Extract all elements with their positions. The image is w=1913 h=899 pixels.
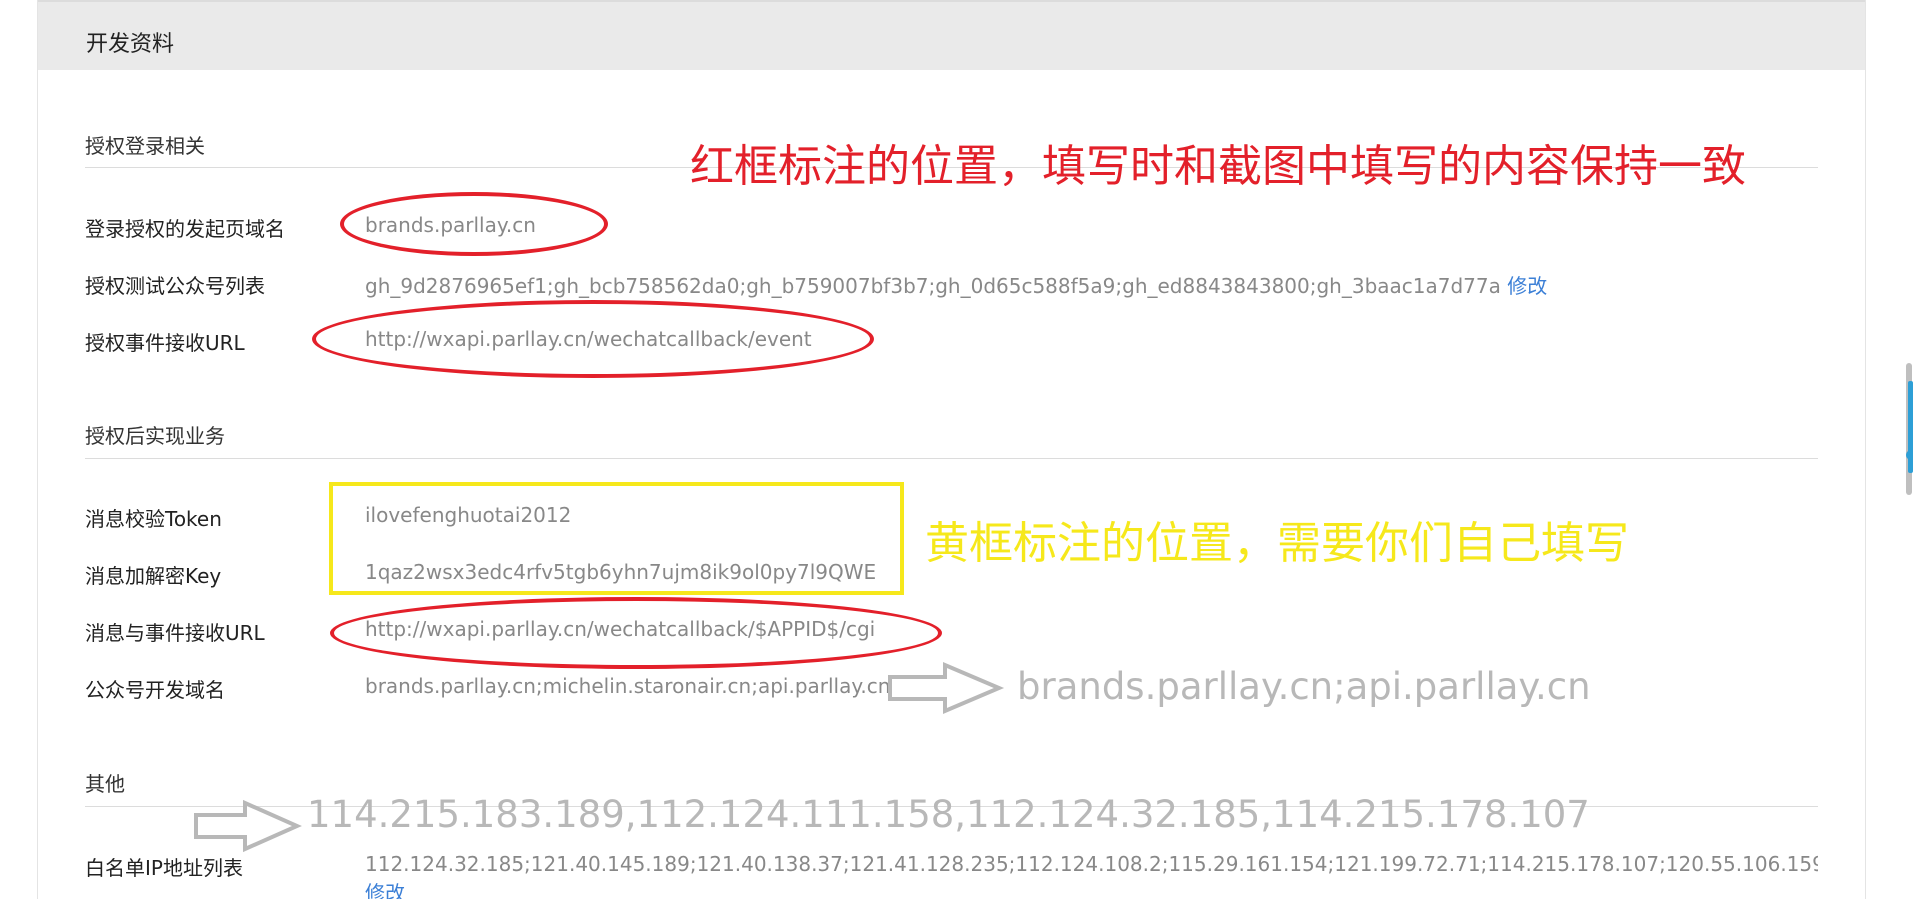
login-domain-label: 登录授权的发起页域名: [85, 217, 285, 241]
scrollbar[interactable]: [1903, 355, 1913, 495]
red-annotation-note: 红框标注的位置，填写时和截图中填写的内容保持一致: [690, 141, 1746, 192]
dev-domain-value: brands.parllay.cn;michelin.staronair.cn;…: [365, 674, 891, 698]
section-divider: [85, 458, 1818, 459]
ip-whitelist-value: 112.124.32.185;121.40.145.189;121.40.138…: [365, 852, 1818, 876]
section-title-auth: 授权登录相关: [85, 134, 205, 158]
token-label: 消息校验Token: [85, 507, 222, 531]
edit-test-accounts-link[interactable]: 修改: [1507, 274, 1547, 298]
dev-domain-label: 公众号开发域名: [85, 678, 225, 702]
domain-suggestion-note: brands.parllay.cn;api.parllay.cn: [1017, 665, 1591, 708]
yellow-annotation-note: 黄框标注的位置，需要你们自己填写: [925, 518, 1629, 569]
red-ellipse-login-domain: [340, 192, 608, 256]
arrow-right-icon: [888, 661, 1005, 715]
red-ellipse-msg-event-url: [330, 597, 942, 669]
edit-ip-whitelist-link[interactable]: 修改: [365, 880, 405, 899]
auth-event-url-label: 授权事件接收URL: [85, 331, 245, 355]
aes-key-label: 消息加解密Key: [85, 564, 222, 588]
ip-whitelist-clip: 112.124.32.185;121.40.145.189;121.40.138…: [365, 852, 1818, 878]
arrow-right-icon: [194, 799, 302, 853]
test-accounts-label: 授权测试公众号列表: [85, 274, 265, 298]
ip-whitelist-label: 白名单IP地址列表: [85, 856, 243, 880]
test-accounts-value: gh_9d2876965ef1;gh_bcb758562da0;gh_b7590…: [365, 274, 1501, 298]
page: 开发资料 授权登录相关 登录授权的发起页域名 brands.parllay.cn…: [0, 0, 1913, 899]
panel-title: 开发资料: [86, 32, 175, 57]
msg-event-url-label: 消息与事件接收URL: [85, 621, 265, 645]
ip-suggestion-note: 114.215.183.189,112.124.111.158,112.124.…: [307, 793, 1590, 836]
section-title-business: 授权后实现业务: [85, 424, 225, 448]
test-accounts-row: gh_9d2876965ef1;gh_bcb758562da0;gh_b7590…: [365, 270, 1547, 299]
section-title-other: 其他: [85, 772, 125, 796]
panel-header: 开发资料: [38, 0, 1865, 70]
yellow-box-token-key: [329, 482, 904, 595]
red-ellipse-auth-event-url: [312, 300, 874, 378]
